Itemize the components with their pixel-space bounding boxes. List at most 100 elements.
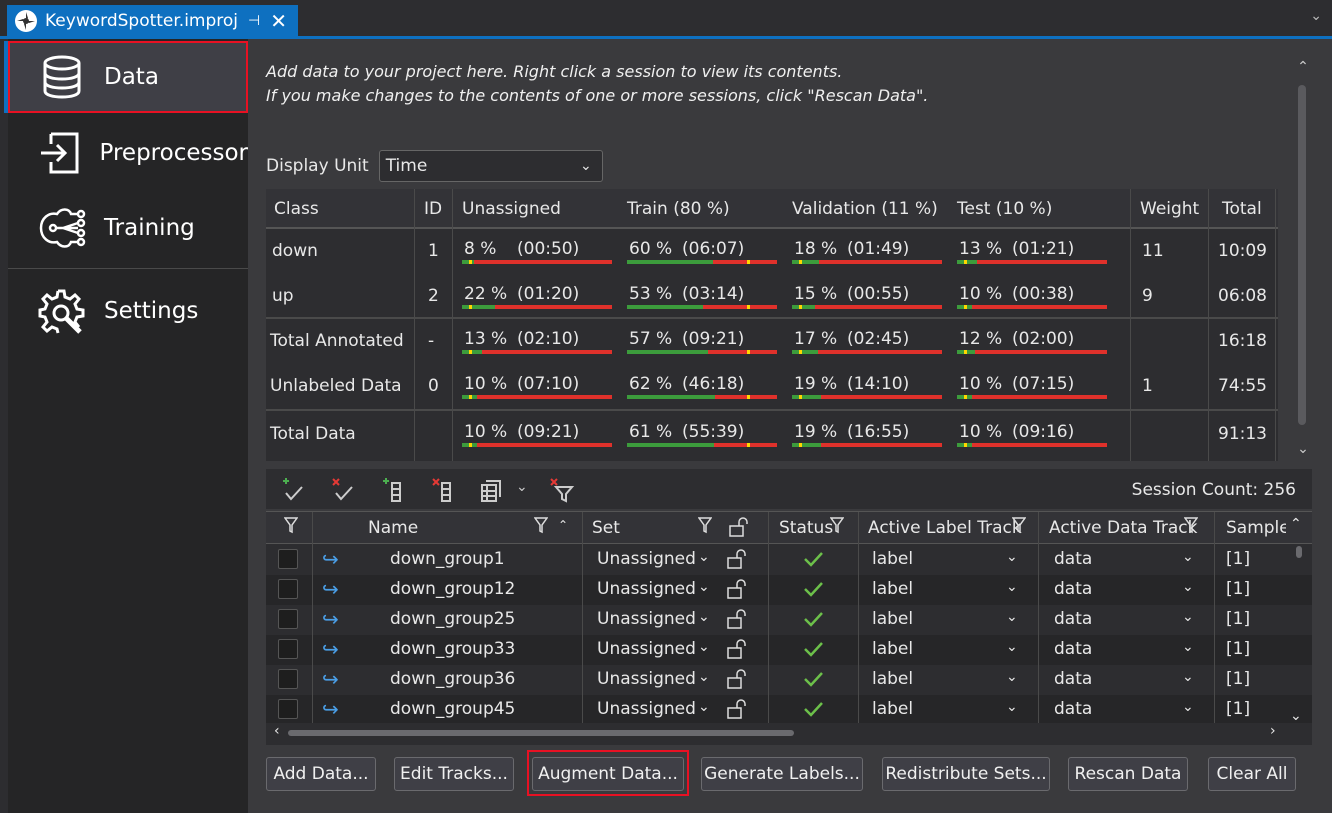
header-status[interactable]: Status [779,518,833,538]
table-row[interactable]: ↪ down_group33 Unassigned ⌄ label ⌄ data… [266,635,1312,665]
set-select[interactable]: Unassigned [597,609,696,629]
header-label-track[interactable]: Active Label Track [868,518,1022,538]
sidebar-item-preprocessor[interactable]: Preprocessor [8,117,248,189]
data-track-select[interactable]: data [1054,669,1092,689]
table-row[interactable]: ↪ down_group25 Unassigned ⌄ label ⌄ data… [266,605,1312,635]
chevron-down-icon[interactable]: ⌄ [698,549,710,565]
scroll-up-icon[interactable]: ⌃ [1294,59,1312,75]
chevron-down-icon[interactable]: ⌄ [1006,609,1018,625]
label-track-select[interactable]: label [872,609,913,629]
filter-icon[interactable] [1183,517,1199,540]
column-divider[interactable] [582,512,583,726]
set-select[interactable]: Unassigned [597,549,696,569]
chevron-down-icon[interactable]: ⌄ [516,479,546,505]
chevron-down-icon[interactable]: ⌄ [1006,699,1018,715]
label-track-select[interactable]: label [872,549,913,569]
filter-icon[interactable] [697,517,713,540]
scrollbar-thumb[interactable] [288,730,794,736]
sidebar-item-data[interactable]: Data [4,41,248,113]
filter-icon[interactable] [1011,517,1027,540]
filter-icon[interactable] [533,517,549,540]
close-icon[interactable]: ✕ [270,9,287,33]
chevron-down-icon[interactable]: ⌄ [1182,549,1194,565]
add-data-button[interactable]: Add Data... [266,757,376,791]
column-divider[interactable] [768,512,769,726]
header-data-track[interactable]: Active Data Track [1049,518,1197,538]
unlock-icon[interactable] [726,608,748,635]
label-track-select[interactable]: label [872,669,913,689]
stats-scrollbar[interactable]: ⌃ ⌄ [1294,59,1312,457]
open-session-icon[interactable]: ↪ [322,637,339,661]
generate-labels-button[interactable]: Generate Labels... [701,757,863,791]
label-track-select[interactable]: label [872,579,913,599]
chevron-down-icon[interactable]: ⌄ [1310,8,1322,24]
chevron-down-icon[interactable]: ⌄ [698,609,710,625]
scroll-up-icon[interactable]: ⌃ [1290,516,1302,532]
deselect-all-icon[interactable] [330,477,360,503]
clear-filter-icon[interactable] [548,477,578,503]
chevron-down-icon[interactable]: ⌄ [1006,549,1018,565]
scroll-right-icon[interactable]: › [1270,723,1276,739]
header-set[interactable]: Set [592,518,620,538]
select-all-icon[interactable] [280,477,310,503]
row-checkbox[interactable] [278,699,298,719]
augment-data-button[interactable]: Augment Data... [532,757,684,791]
open-session-icon[interactable]: ↪ [322,547,339,571]
chevron-down-icon[interactable]: ⌄ [1006,669,1018,685]
data-track-select[interactable]: data [1054,609,1092,629]
label-track-select[interactable]: label [872,699,913,719]
open-session-icon[interactable]: ↪ [322,667,339,691]
chevron-down-icon[interactable]: ⌄ [1182,669,1194,685]
chevron-down-icon[interactable]: ⌄ [1006,579,1018,595]
row-checkbox[interactable] [278,639,298,659]
table-row[interactable]: ↪ down_group45 Unassigned ⌄ label ⌄ data… [266,695,1312,725]
chevron-down-icon[interactable]: ⌄ [1182,639,1194,655]
open-session-icon[interactable]: ↪ [322,607,339,631]
filter-icon[interactable] [829,517,845,540]
unlock-icon[interactable] [728,516,750,543]
open-session-icon[interactable]: ↪ [322,697,339,721]
unlock-icon[interactable] [726,668,748,695]
row-checkbox[interactable] [278,609,298,629]
sidebar-item-settings[interactable]: Settings [8,275,248,347]
header-sample[interactable]: Sample [1226,518,1286,538]
label-track-select[interactable]: label [872,639,913,659]
scroll-down-icon[interactable]: ⌄ [1290,708,1302,724]
table-row[interactable]: ↪ down_group12 Unassigned ⌄ label ⌄ data… [266,575,1312,605]
column-divider[interactable] [312,512,313,726]
set-select[interactable]: Unassigned [597,669,696,689]
unlock-icon[interactable] [726,638,748,665]
chevron-down-icon[interactable]: ⌄ [1006,639,1018,655]
column-divider[interactable] [1214,512,1215,726]
clear-all-button[interactable]: Clear All [1208,757,1296,791]
edit-tracks-button[interactable]: Edit Tracks... [394,757,514,791]
data-track-select[interactable]: data [1054,549,1092,569]
scroll-down-icon[interactable]: ⌄ [1294,441,1312,457]
grid-scrollbar-thumb[interactable] [1296,546,1302,558]
unlock-icon[interactable] [726,578,748,605]
scrollbar-thumb[interactable] [1298,85,1306,425]
filter-icon[interactable] [283,517,299,540]
column-divider[interactable] [858,512,859,726]
table-row[interactable]: ↪ down_group1 Unassigned ⌄ label ⌄ data … [266,545,1312,575]
chevron-down-icon[interactable]: ⌄ [1182,609,1194,625]
open-session-icon[interactable]: ↪ [322,577,339,601]
set-select[interactable]: Unassigned [597,579,696,599]
table-row[interactable]: ↪ down_group36 Unassigned ⌄ label ⌄ data… [266,665,1312,695]
chevron-down-icon[interactable]: ⌄ [698,579,710,595]
column-divider[interactable] [1038,512,1039,726]
redistribute-sets-button[interactable]: Redistribute Sets... [882,757,1050,791]
display-unit-select[interactable]: Time ⌄ [378,150,603,182]
unlock-icon[interactable] [726,698,748,725]
project-tab[interactable]: KeywordSpotter.improj ⊣ ✕ [7,5,298,36]
add-column-icon[interactable] [380,477,410,503]
remove-column-icon[interactable] [430,477,460,503]
data-track-select[interactable]: data [1054,579,1092,599]
header-name[interactable]: Name [368,518,418,538]
row-checkbox[interactable] [278,549,298,569]
scroll-left-icon[interactable]: ‹ [274,723,280,739]
data-track-select[interactable]: data [1054,699,1092,719]
data-track-select[interactable]: data [1054,639,1092,659]
pin-icon[interactable]: ⊣ [248,13,260,29]
sort-ascending-icon[interactable]: ⌃ [558,518,568,532]
